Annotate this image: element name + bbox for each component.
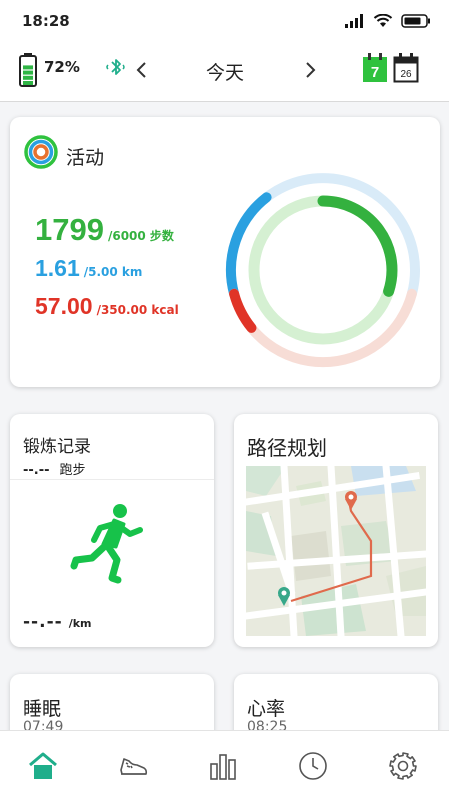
settings-tab[interactable] [387,750,419,782]
clock-icon [299,752,327,780]
sleep-title: 睡眠 [23,698,62,720]
next-day-button[interactable] [298,56,322,84]
calories-metric: 57.00/350.00 kcal [35,293,179,320]
route-title: 路径规划 [247,436,327,460]
battery-bar [23,70,33,75]
activity-progress-rings [225,173,420,368]
route-planning-card[interactable]: 路径规划 [234,414,438,647]
pace-readout: --.-- /km [23,612,91,632]
steps-value: 1799 [35,212,104,247]
battery-bar [23,75,33,80]
pace-unit: /km [68,617,92,630]
calories-value: 57.00 [35,293,93,319]
history-tab[interactable] [297,750,329,782]
status-bar: 18:28 [0,0,449,42]
calories-goal: /350.00 kcal [96,303,179,317]
previous-day-button[interactable] [130,56,154,84]
activity-title: 活动 [66,147,105,169]
phone-battery-icon [401,14,430,28]
battery-bar [23,65,33,70]
sport-tab[interactable] [117,750,149,782]
device-battery-icon [19,53,37,87]
battery-bar [23,81,33,85]
exercise-time: --.-- [23,463,50,478]
heart-title: 心率 [247,698,286,720]
pace-value: --.-- [23,612,63,632]
steps-ring-progress [317,195,398,297]
calories-ring-progress [229,288,257,333]
bluetooth-icon [106,59,125,75]
calendar-date-button[interactable]: 26 [393,53,419,83]
activity-card[interactable]: 活动 1799/6000 步数 1.61/5.00 km 57.00/350.0… [10,117,440,387]
calendar-date-number: 26 [400,69,412,80]
date-title: 今天 [205,62,244,84]
statistics-tab[interactable] [207,750,239,782]
battery-percent: 72% [44,58,80,76]
distance-metric: 1.61/5.00 km [35,255,142,282]
sneaker-icon [120,758,148,775]
divider [10,479,214,480]
exercise-type: 跑步 [59,463,86,478]
bottom-navigation [0,730,449,800]
status-icons [345,14,431,28]
running-person-icon [70,504,143,584]
gear-icon [389,752,417,780]
header-bar: 72% 今天 7 26 [0,42,449,102]
distance-value: 1.61 [35,255,80,281]
home-icon [29,752,57,779]
exercise-title: 锻炼记录 [23,437,91,457]
activity-rings-icon [24,135,58,169]
distance-goal: /5.00 km [83,265,143,279]
exercise-record-card[interactable]: 锻炼记录 --.-- 跑步 --.-- /km [10,414,214,647]
status-time: 18:28 [22,12,70,30]
steps-metric: 1799/6000 步数 [35,212,174,248]
signal-icon [345,14,363,28]
calendar-week-button[interactable]: 7 [362,53,388,83]
map-thumbnail [246,466,426,636]
calendar-today-number: 7 [371,64,379,81]
home-tab[interactable] [27,750,59,782]
bar-chart-icon [210,754,236,780]
exercise-subtitle: --.-- 跑步 [23,459,86,478]
steps-goal: /6000 步数 [107,229,174,243]
wifi-icon [373,14,393,27]
